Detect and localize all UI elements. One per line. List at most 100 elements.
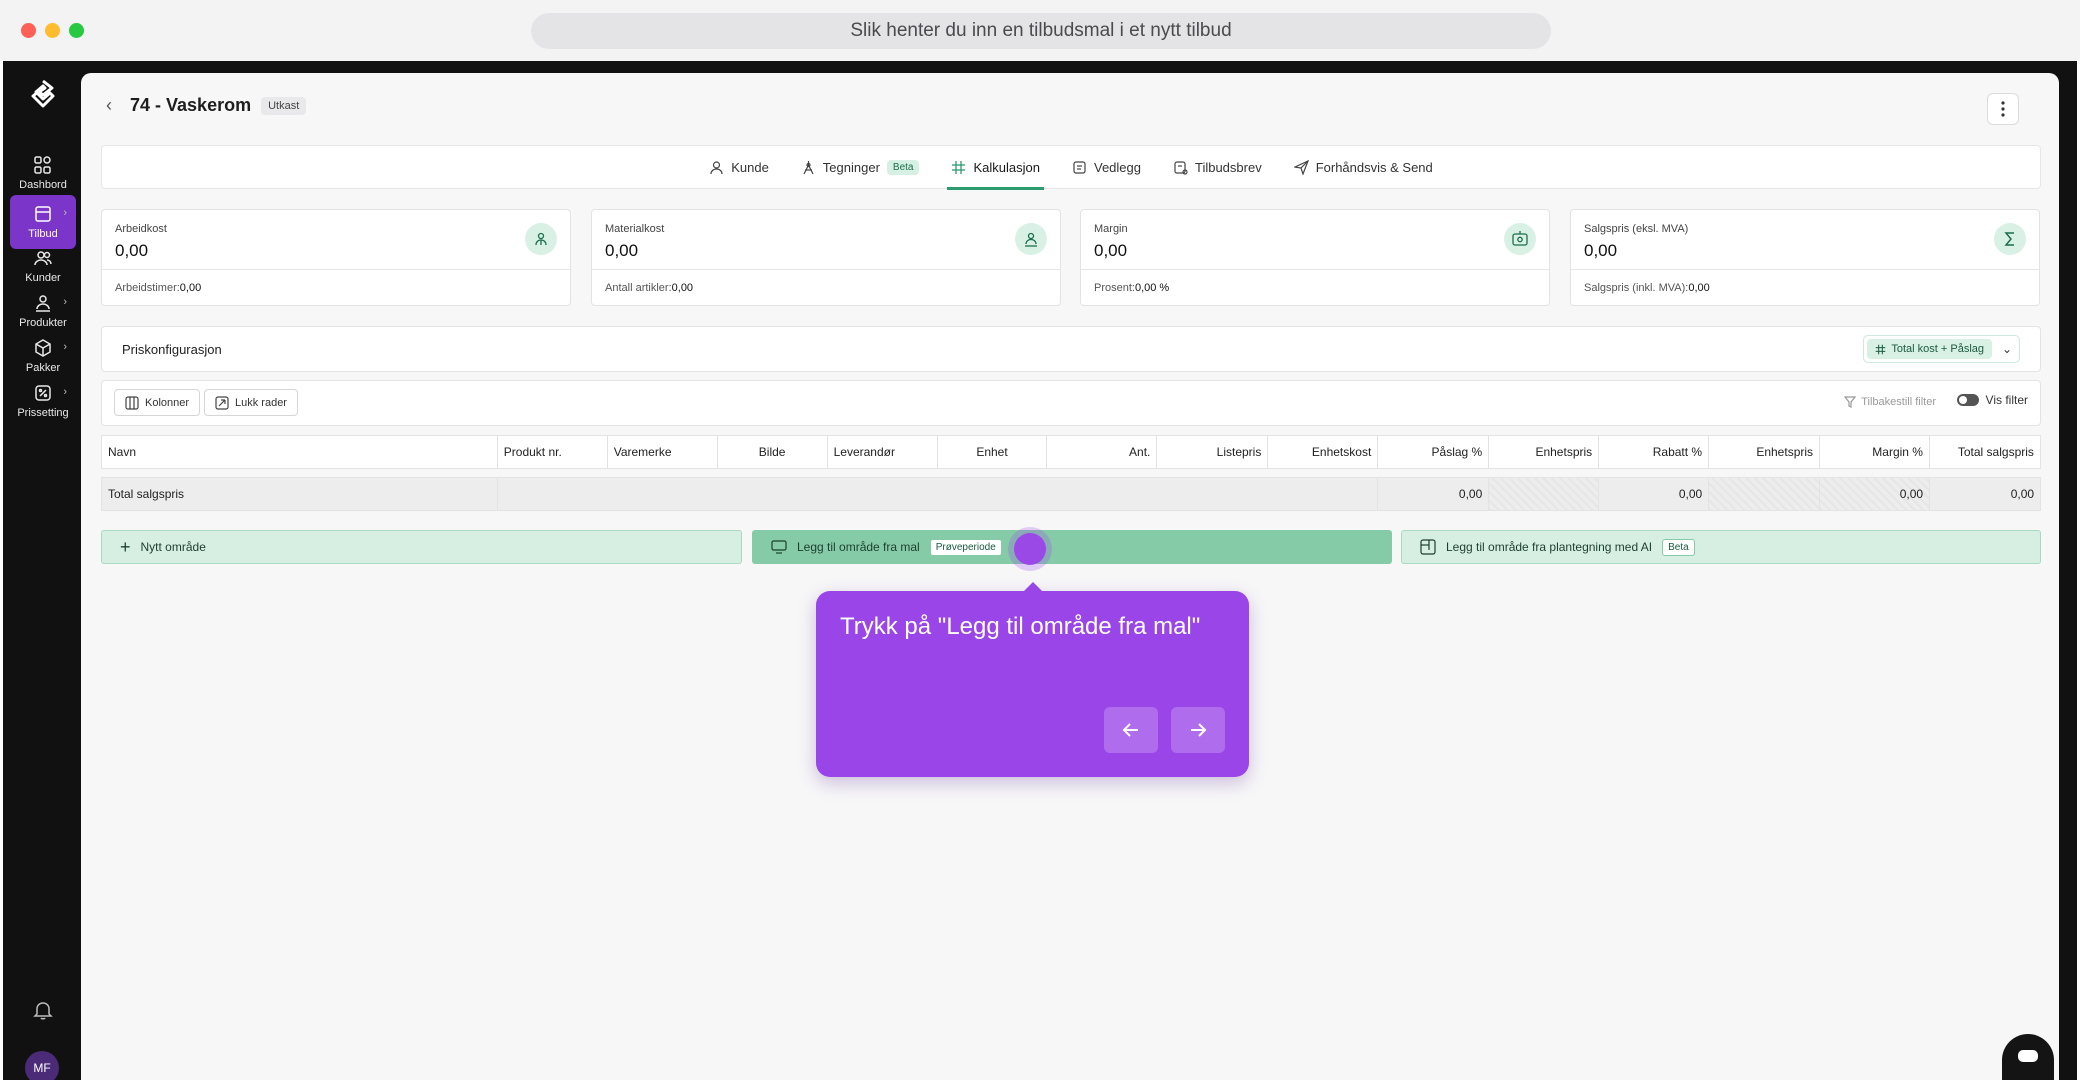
avatar[interactable]: MF [25, 1051, 59, 1080]
tab-tilbudsbrev[interactable]: Tilbudsbrev [1169, 145, 1266, 189]
trial-badge: Prøveperiode [929, 538, 1002, 556]
filter-icon [1844, 396, 1857, 408]
column-header[interactable]: Enhet [938, 436, 1048, 468]
calculator-icon [952, 160, 966, 174]
column-header[interactable]: Ant. [1047, 436, 1158, 468]
column-header[interactable]: Påslag % [1378, 436, 1490, 468]
column-header[interactable]: Varemerke [608, 436, 718, 468]
column-header[interactable]: Margin % [1820, 436, 1930, 468]
next-step-button[interactable] [1171, 707, 1225, 753]
sidebar-item-prissetting[interactable]: › Prissetting [10, 374, 76, 428]
card-margin: Margin 0,00 Prosent:0,00 % [1080, 209, 1550, 306]
total-value: 0,00 [2010, 487, 2035, 501]
card-value: 0,00 [115, 241, 149, 260]
material-icon [1015, 223, 1047, 255]
column-header[interactable]: Leverandør [828, 436, 938, 468]
offer-icon [35, 206, 51, 222]
column-header[interactable]: Rabatt % [1599, 436, 1710, 468]
kebab-menu-icon [2001, 101, 2005, 117]
price-method-select[interactable]: Total kost + Påslag ⌄ [1863, 335, 2020, 363]
chevron-right-icon: › [63, 207, 67, 219]
window-close-button[interactable] [21, 23, 36, 38]
card-label: Margin [1094, 223, 1128, 235]
columns-button[interactable]: Kolonner [114, 389, 201, 416]
chevron-right-icon: › [63, 341, 67, 353]
dashboard-icon [34, 156, 51, 174]
app-logo-icon[interactable] [30, 79, 56, 109]
calculator-icon [1876, 344, 1886, 354]
chevron-right-icon: › [63, 386, 67, 398]
sidebar-item-label: Dashbord [19, 179, 67, 191]
column-header[interactable]: Bilde [718, 436, 828, 468]
sigma-icon [1994, 223, 2026, 255]
add-area-from-ai-button[interactable]: Legg til område fra plantegning med AI B… [1401, 530, 2041, 564]
user-icon [710, 160, 723, 174]
price-configuration-title: Priskonfigurasjon [122, 342, 222, 357]
app-window: Dashbord › Tilbud Kunder › Produkter › P… [3, 61, 2077, 1080]
browser-chrome: Slik henter du inn en tilbudsmal i et ny… [0, 0, 2080, 61]
toggle-switch[interactable] [1956, 394, 1979, 406]
card-arbeidkost: Arbeidkost 0,00 Arbeidstimer:0,00 [101, 209, 571, 306]
tab-label: Forhåndsvis & Send [1315, 159, 1433, 175]
card-divider [592, 269, 1060, 270]
column-header[interactable]: Enhetspris [1709, 436, 1821, 468]
card-value: 0,00 [1094, 241, 1128, 260]
tab-label: Tegninger [822, 159, 880, 175]
tab-kunde[interactable]: Kunde [705, 145, 773, 189]
new-area-button[interactable]: + Nytt område [101, 530, 742, 564]
total-hatched-cell [1489, 478, 1600, 510]
total-value: 0,00 [1599, 478, 1710, 510]
chevron-left-icon[interactable]: ‹ [106, 95, 120, 116]
table-header-row: Navn Produkt nr. Varemerke Bilde Leveran… [101, 435, 2041, 469]
card-label: Salgspris (eksl. MVA) [1584, 223, 1689, 235]
bell-icon[interactable] [32, 999, 54, 1021]
tab-tegninger[interactable]: Tegninger Beta [797, 145, 924, 189]
reset-filter-button[interactable]: Tilbakestill filter [1844, 396, 1936, 408]
column-header[interactable]: Enhetskost [1268, 436, 1379, 468]
beta-badge: Beta [1662, 538, 1695, 556]
address-bar[interactable]: Slik henter du inn en tilbudsmal i et ny… [531, 13, 1551, 49]
card-divider [102, 269, 570, 270]
worker-icon [525, 223, 557, 255]
window-maximize-button[interactable] [69, 23, 84, 38]
sidebar-item-dashbord[interactable]: Dashbord [10, 146, 76, 200]
column-header[interactable]: Navn [102, 436, 498, 468]
plus-icon: + [120, 537, 131, 557]
status-badge: Utkast [261, 96, 307, 115]
tab-kalkulasjon[interactable]: Kalkulasjon [947, 145, 1044, 190]
total-value: 0,00 [1820, 478, 1931, 510]
card-divider [1081, 269, 1549, 270]
sidebar-item-label: Pakker [25, 362, 61, 374]
collapse-icon [215, 395, 229, 410]
card-label: Arbeidkost [115, 223, 167, 235]
close-rows-button[interactable]: Lukk rader [204, 389, 298, 416]
column-header[interactable]: Enhetspris [1489, 436, 1600, 468]
add-area-from-template-button[interactable]: Legg til område fra mal Prøveperiode [752, 530, 1392, 564]
customers-icon [34, 251, 52, 266]
previous-step-button[interactable] [1104, 707, 1158, 753]
beta-badge: Beta [886, 159, 920, 175]
money-icon [1504, 223, 1536, 255]
pricing-icon [35, 385, 51, 401]
page-header: ‹ 74 - Vaskerom Utkast [106, 95, 307, 116]
tab-forhandsvis-send[interactable]: Forhåndsvis & Send [1290, 145, 1437, 189]
table-total-row: Total salgspris 0,00 0,00 0,00 0,00 [101, 477, 2041, 511]
more-options-button[interactable] [1987, 93, 2019, 125]
floorplan-icon [1420, 539, 1436, 555]
card-subtext: Antall artikler:0,00 [605, 282, 694, 294]
column-header[interactable]: Produkt nr. [498, 436, 608, 468]
card-subtext: Prosent:0,00 % [1094, 282, 1170, 294]
column-header[interactable]: Listepris [1157, 436, 1269, 468]
guide-hotspot[interactable] [1014, 533, 1046, 565]
tab-vedlegg[interactable]: Vedlegg [1068, 145, 1145, 189]
window-minimize-button[interactable] [45, 23, 60, 38]
show-filter-toggle[interactable]: Vis filter [1956, 393, 2028, 407]
chat-button[interactable] [2002, 1034, 2054, 1080]
send-icon [1293, 159, 1309, 175]
tab-bar: Kunde Tegninger Beta Kalkulasjon Vedlegg… [101, 145, 2041, 190]
package-icon [35, 339, 51, 357]
column-header[interactable]: Total salgspris [1930, 436, 2040, 468]
template-icon [771, 540, 787, 554]
calculation-table: Navn Produkt nr. Varemerke Bilde Leveran… [101, 435, 2041, 511]
products-icon [36, 295, 50, 312]
